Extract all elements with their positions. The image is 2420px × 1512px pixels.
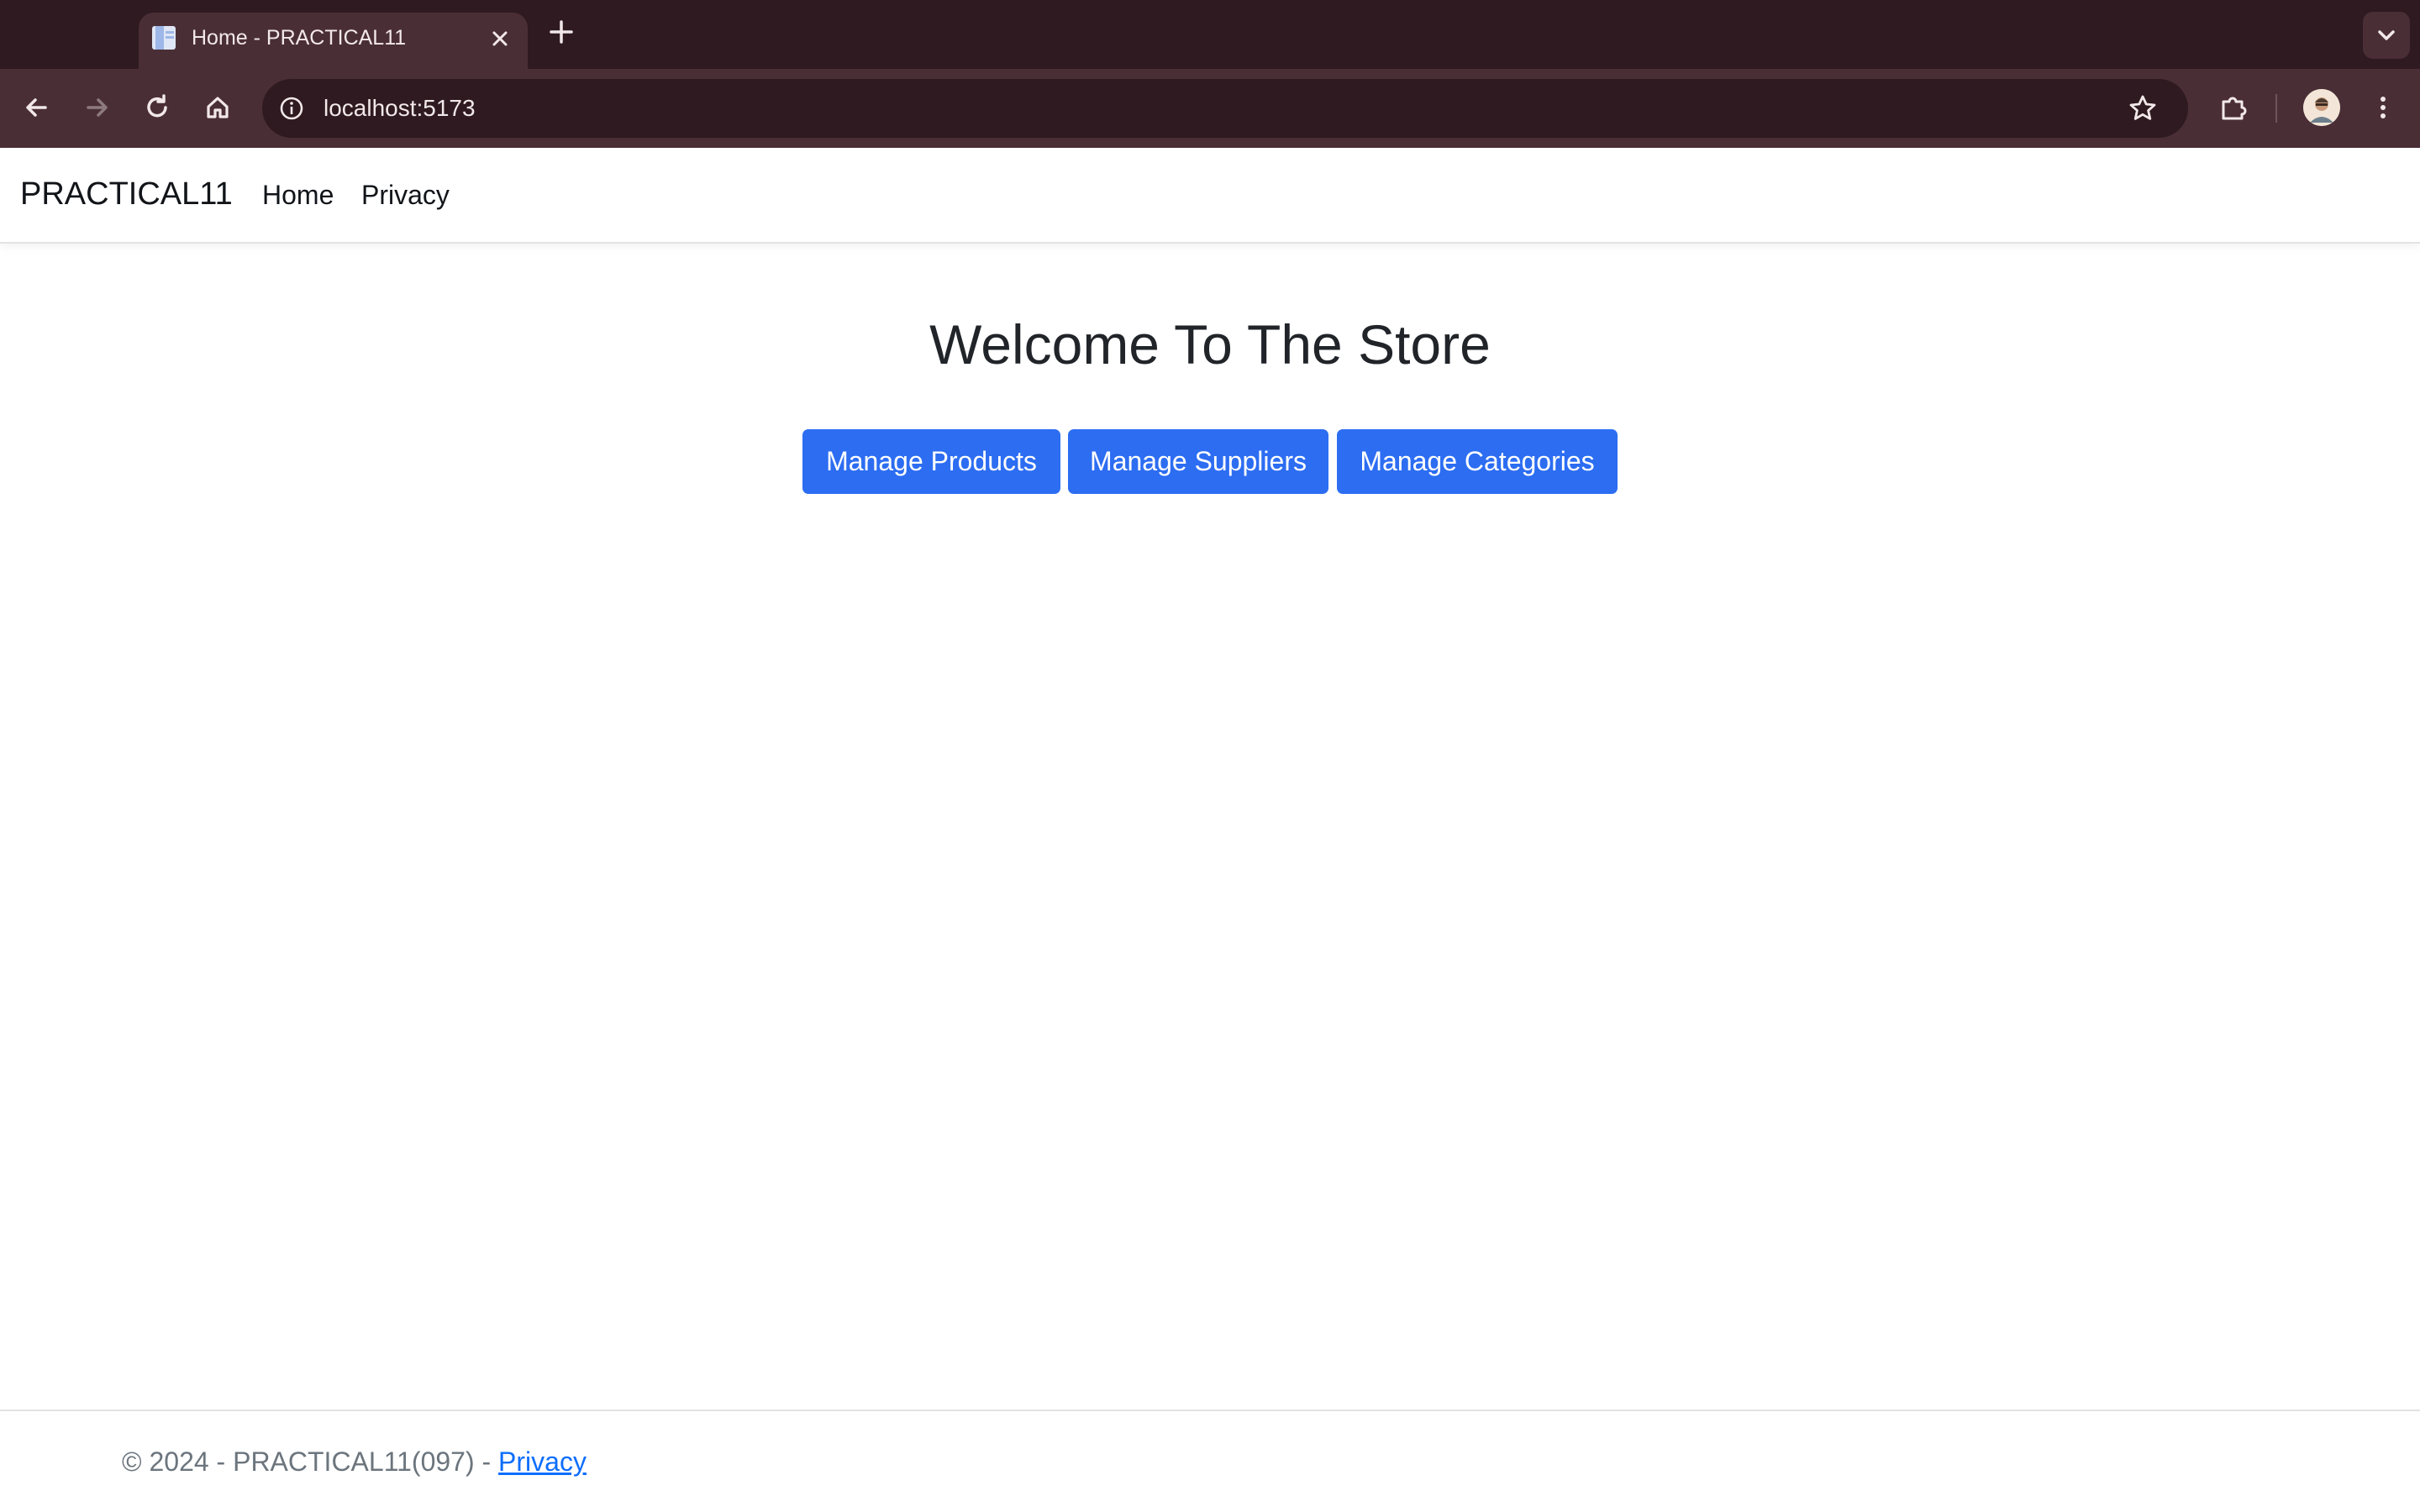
browser-tab[interactable]: Home - PRACTICAL11 [139,13,528,69]
star-icon[interactable] [2126,92,2160,125]
tab-title: Home - PRACTICAL11 [192,26,406,50]
nav-link-home[interactable]: Home [262,180,334,211]
puzzle-icon[interactable] [2211,86,2254,129]
arrow-right-icon[interactable] [75,86,118,129]
reload-icon[interactable] [135,86,179,129]
plus-icon[interactable] [544,15,578,49]
info-icon[interactable] [276,92,308,124]
nav-link-privacy[interactable]: Privacy [361,180,450,211]
page-title: Welcome To The Store [0,312,2420,376]
manage-products-button[interactable]: Manage Products [802,429,1060,494]
footer-copyright: © 2024 - PRACTICAL11(097) - [122,1446,498,1477]
kebab-menu-icon[interactable] [2361,86,2405,129]
address-bar[interactable]: localhost:5173 [262,79,2188,138]
home-icon[interactable] [196,86,239,129]
footer-text: © 2024 - PRACTICAL11(097) - Privacy [122,1446,587,1478]
brand-link[interactable]: PRACTICAL11 [20,176,233,213]
manage-suppliers-button[interactable]: Manage Suppliers [1068,429,1328,494]
site-navbar: PRACTICAL11 Home Privacy [0,148,2420,244]
url-text[interactable]: localhost:5173 [324,95,476,122]
page-icon [150,24,179,51]
arrow-left-icon[interactable] [15,86,59,129]
chevron-down-icon[interactable] [2363,12,2410,59]
footer-privacy-link[interactable]: Privacy [498,1446,587,1477]
site-footer: © 2024 - PRACTICAL11(097) - Privacy [0,1410,2420,1512]
toolbar-divider [2275,94,2277,123]
browser-toolbar: localhost:5173 [0,69,2420,148]
page-viewport: PRACTICAL11 Home Privacy Welcome To The … [0,148,2420,1512]
close-icon[interactable] [486,24,514,53]
avatar[interactable] [2303,89,2340,126]
browser-tabstrip: Home - PRACTICAL11 [0,0,2420,69]
manage-categories-button[interactable]: Manage Categories [1337,429,1618,494]
